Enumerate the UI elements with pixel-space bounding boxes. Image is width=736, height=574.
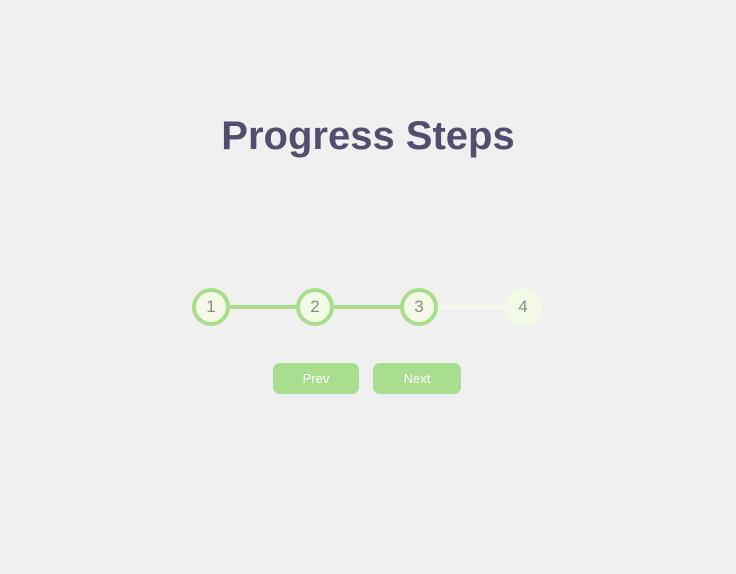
progress-steps: 1 2 3 4 (192, 288, 543, 326)
step-circle-3: 3 (400, 288, 438, 326)
step-circle-4: 4 (504, 288, 542, 326)
page-title: Progress Steps (221, 114, 515, 158)
step-circle-1: 1 (192, 288, 230, 326)
next-button[interactable]: Next (373, 363, 461, 394)
step-circle-2: 2 (296, 288, 334, 326)
prev-button[interactable]: Prev (273, 363, 359, 394)
